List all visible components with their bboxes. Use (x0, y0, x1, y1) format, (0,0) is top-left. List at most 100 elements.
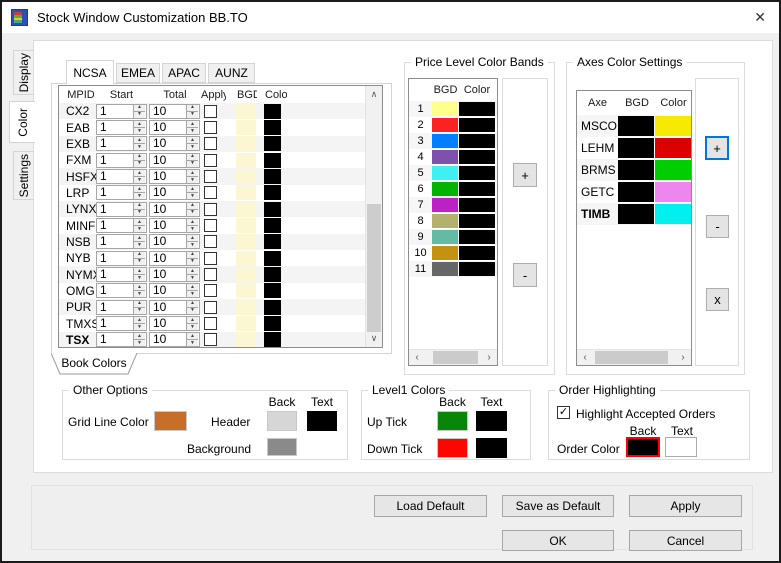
spin-down-icon[interactable]: ▼ (187, 144, 198, 150)
tab-book-colors[interactable]: Book Colors (51, 353, 137, 375)
bgd-swatch[interactable] (236, 104, 256, 119)
tab-settings[interactable]: Settings (13, 151, 34, 200)
band-bgd-swatch[interactable] (432, 102, 458, 116)
total-value[interactable]: 10 (150, 105, 186, 118)
color-swatch[interactable] (264, 332, 281, 347)
start-stepper[interactable]: 1 ▲ ▼ (96, 218, 147, 233)
band-color-swatch[interactable] (459, 166, 495, 180)
apply-checkbox[interactable] (204, 284, 217, 297)
total-value[interactable]: 10 (150, 235, 186, 248)
total-stepper[interactable]: 10 ▲ ▼ (149, 332, 200, 347)
start-stepper[interactable]: 1 ▲ ▼ (96, 185, 147, 200)
spin-down-icon[interactable]: ▼ (134, 161, 145, 167)
axe-bgd-swatch[interactable] (618, 138, 655, 158)
band-color-swatch[interactable] (459, 102, 495, 116)
band-color-swatch[interactable] (459, 198, 495, 212)
grid-line-color-swatch[interactable] (154, 411, 187, 431)
color-swatch[interactable] (264, 218, 281, 233)
total-stepper[interactable]: 10 ▲ ▼ (149, 153, 200, 168)
scrollbar-thumb[interactable] (367, 204, 381, 332)
scroll-up-icon[interactable]: ∧ (366, 86, 382, 103)
start-value[interactable]: 1 (97, 252, 133, 265)
apply-checkbox[interactable] (204, 105, 217, 118)
scroll-left-icon[interactable]: ‹ (409, 350, 425, 365)
spin-down-icon[interactable]: ▼ (187, 340, 198, 346)
band-color-swatch[interactable] (459, 214, 495, 228)
spin-down-icon[interactable]: ▼ (134, 340, 145, 346)
total-stepper[interactable]: 10 ▲ ▼ (149, 169, 200, 184)
bgd-swatch[interactable] (236, 251, 256, 266)
start-stepper[interactable]: 1 ▲ ▼ (96, 316, 147, 331)
total-value[interactable]: 10 (150, 252, 186, 265)
apply-checkbox[interactable] (204, 301, 217, 314)
band-color-swatch[interactable] (459, 262, 495, 276)
bgd-swatch[interactable] (236, 185, 256, 200)
order-color-text-swatch[interactable] (665, 437, 697, 457)
down-tick-back-swatch[interactable] (437, 438, 468, 458)
color-swatch[interactable] (264, 120, 281, 135)
total-stepper[interactable]: 10 ▲ ▼ (149, 267, 200, 282)
total-value[interactable]: 10 (150, 333, 186, 346)
apply-checkbox[interactable] (204, 203, 217, 216)
apply-checkbox[interactable] (204, 317, 217, 330)
start-stepper[interactable]: 1 ▲ ▼ (96, 332, 147, 347)
color-swatch[interactable] (264, 185, 281, 200)
spin-down-icon[interactable]: ▼ (134, 177, 145, 183)
bgd-swatch[interactable] (236, 169, 256, 184)
axe-bgd-swatch[interactable] (618, 160, 655, 180)
spin-down-icon[interactable]: ▼ (134, 308, 145, 314)
spin-down-icon[interactable]: ▼ (134, 112, 145, 118)
total-stepper[interactable]: 10 ▲ ▼ (149, 120, 200, 135)
color-swatch[interactable] (264, 283, 281, 298)
add-axe-button[interactable]: + (705, 136, 729, 160)
bgd-swatch[interactable] (236, 267, 256, 282)
color-swatch[interactable] (264, 234, 281, 249)
spin-down-icon[interactable]: ▼ (134, 226, 145, 232)
start-value[interactable]: 1 (97, 154, 133, 167)
bgd-swatch[interactable] (236, 120, 256, 135)
total-stepper[interactable]: 10 ▲ ▼ (149, 316, 200, 331)
apply-button[interactable]: Apply (629, 495, 742, 517)
color-swatch[interactable] (264, 267, 281, 282)
total-value[interactable]: 10 (150, 154, 186, 167)
apply-checkbox[interactable] (204, 121, 217, 134)
apply-checkbox[interactable] (204, 137, 217, 150)
total-value[interactable]: 10 (150, 170, 186, 183)
ok-button[interactable]: OK (502, 530, 614, 551)
bgd-swatch[interactable] (236, 300, 256, 315)
spin-down-icon[interactable]: ▼ (187, 291, 198, 297)
apply-checkbox[interactable] (204, 170, 217, 183)
spin-down-icon[interactable]: ▼ (134, 275, 145, 281)
apply-checkbox[interactable] (204, 235, 217, 248)
axe-bgd-swatch[interactable] (618, 116, 655, 136)
apply-checkbox[interactable] (204, 333, 217, 346)
bgd-swatch[interactable] (236, 218, 256, 233)
band-bgd-swatch[interactable] (432, 166, 458, 180)
scroll-right-icon[interactable]: › (675, 350, 691, 365)
total-value[interactable]: 10 (150, 301, 186, 314)
band-bgd-swatch[interactable] (432, 118, 458, 132)
band-bgd-swatch[interactable] (432, 198, 458, 212)
mpid-table-scrollbar[interactable]: ∧ ∨ (365, 86, 382, 347)
start-stepper[interactable]: 1 ▲ ▼ (96, 300, 147, 315)
color-swatch[interactable] (264, 153, 281, 168)
spin-down-icon[interactable]: ▼ (134, 193, 145, 199)
spin-down-icon[interactable]: ▼ (134, 324, 145, 330)
down-tick-text-swatch[interactable] (476, 438, 507, 458)
color-swatch[interactable] (264, 316, 281, 331)
spin-down-icon[interactable]: ▼ (134, 259, 145, 265)
order-color-back-swatch[interactable] (626, 437, 660, 457)
apply-checkbox[interactable] (204, 219, 217, 232)
axe-color-swatch[interactable] (655, 138, 691, 158)
total-stepper[interactable]: 10 ▲ ▼ (149, 251, 200, 266)
spin-down-icon[interactable]: ▼ (134, 210, 145, 216)
spin-down-icon[interactable]: ▼ (187, 242, 198, 248)
axe-bgd-swatch[interactable] (618, 204, 655, 224)
band-bgd-swatch[interactable] (432, 214, 458, 228)
band-bgd-swatch[interactable] (432, 246, 458, 260)
tab-emea[interactable]: EMEA (116, 63, 160, 83)
scrollbar-thumb[interactable] (433, 351, 478, 364)
start-stepper[interactable]: 1 ▲ ▼ (96, 120, 147, 135)
apply-checkbox[interactable] (204, 186, 217, 199)
color-swatch[interactable] (264, 300, 281, 315)
